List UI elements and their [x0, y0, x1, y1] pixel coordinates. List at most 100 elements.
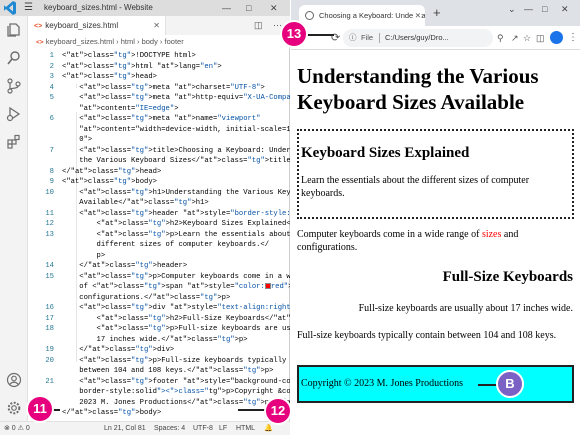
browser-toolbar: ⟳ ⓘ File C:/Users/guy/Dro... ⚲ ↗ ☆ ◫ ⋮	[291, 26, 580, 50]
code-line[interactable]: <"at">class="tg">meta "at">http-equiv="X…	[62, 94, 290, 102]
extensions-icon[interactable]	[6, 134, 22, 150]
reload-icon[interactable]: ⟳	[331, 30, 340, 46]
minimize-icon[interactable]: —	[222, 0, 231, 16]
code-line[interactable]: <"at">class="tg">head>	[62, 73, 288, 81]
code-line[interactable]: <"at">class="tg">meta "at">charset="UTF-…	[62, 84, 288, 92]
code-line[interactable]: 2023 M. Jones Productions</"at">class="t…	[62, 399, 290, 407]
code-line[interactable]: <"at">class="tg">p>Learn the essentials …	[62, 231, 291, 239]
search-icon[interactable]	[6, 50, 22, 66]
activity-bar	[0, 16, 28, 421]
browser-tab-title: Choosing a Keyboard: Understa	[319, 11, 425, 20]
callout-12: 12	[264, 397, 292, 425]
code-line[interactable]: <"at">class="tg">h2>Keyboard Sizes Expla…	[62, 220, 291, 228]
page-favicon-icon	[305, 11, 314, 20]
code-line[interactable]: <"at">class="tg">p>Computer keyboards co…	[62, 273, 290, 281]
zoom-icon[interactable]: ⚲	[497, 30, 504, 46]
tab-keyboard-sizes[interactable]: <> keyboard_sizes.html ✕	[28, 16, 166, 35]
code-line[interactable]: p>	[62, 252, 288, 260]
line-number: 8	[49, 167, 54, 176]
breadcrumb-html[interactable]: html	[121, 37, 135, 46]
chevron-down-icon[interactable]: ⌄	[508, 4, 516, 15]
status-bar: ⊗ 0 ⚠ 0 Ln 21, Col 81 Spaces: 4 UTF-8 LF…	[0, 421, 290, 435]
code-line[interactable]: <"at">class="tg">p>Full-size keyboards a…	[62, 325, 291, 333]
run-debug-icon[interactable]	[6, 106, 22, 122]
code-line[interactable]: </"at">class="tg">head>	[62, 168, 288, 176]
status-encoding[interactable]: UTF-8	[193, 422, 213, 435]
account-icon[interactable]	[6, 372, 22, 388]
line-number: 15	[45, 272, 54, 281]
status-language[interactable]: HTML	[236, 422, 255, 435]
line-number: 5	[49, 94, 54, 102]
breadcrumb-body[interactable]: body	[142, 37, 158, 46]
address-scheme-label: File	[361, 33, 374, 42]
code-line[interactable]: Available</"at">class="tg">h1>	[62, 199, 288, 207]
code-line[interactable]: of <"at">class="tg">span "at">style="col…	[62, 283, 290, 291]
callout-13: 13	[280, 20, 308, 48]
code-line[interactable]: <"at">class="tg">h2>Full-Size Keyboards<…	[62, 315, 291, 323]
address-url[interactable]: C:/Users/guy/Dro...	[385, 29, 449, 47]
code-line[interactable]: border-style:solid"><">class="tg">p>Copy…	[62, 388, 290, 396]
status-indentation[interactable]: Spaces: 4	[154, 422, 185, 435]
new-tab-plus-icon[interactable]: +	[433, 5, 441, 21]
bookmark-star-icon[interactable]: ☆	[523, 30, 531, 46]
page-heading: Understanding the Various Keyboard Sizes…	[297, 64, 539, 114]
code-line[interactable]: <"at">class="tg">h1>Understanding the Va…	[62, 189, 290, 197]
line-number: 1	[49, 52, 54, 60]
minimize-icon[interactable]: —	[524, 4, 533, 14]
line-number: 19	[45, 346, 54, 354]
code-line[interactable]: <"at">class="tg">div "at">style="text-al…	[62, 304, 290, 312]
code-line[interactable]: <"at">class="tg">meta "at">name="viewpor…	[62, 115, 288, 123]
maximize-icon[interactable]: □	[542, 4, 547, 14]
code-line[interactable]: <"at">class="tg">!DOCTYPE html>	[62, 52, 288, 60]
code-line[interactable]: 17 inches wide.</"at">class="tg">p>	[62, 336, 288, 344]
callout-11: 11	[26, 395, 54, 423]
code-line[interactable]: </"at">class="tg">div>	[62, 346, 288, 354]
code-line[interactable]: different sizes of computer keyboards.</	[62, 241, 288, 249]
dotted-header: Keyboard Sizes Explained Learn the essen…	[297, 129, 574, 219]
status-cursor-position[interactable]: Ln 21, Col 81	[104, 422, 146, 435]
address-separator	[379, 33, 380, 43]
side-panel-icon[interactable]: ◫	[536, 30, 545, 46]
browser-tab[interactable]: Choosing a Keyboard: Understa ✕	[299, 5, 425, 26]
profile-avatar[interactable]	[550, 31, 563, 44]
editor-tab-bar: <> keyboard_sizes.html ✕ ◫ ⋯	[28, 16, 290, 35]
vscode-title-bar: ☰ keyboard_sizes.html - Website -... — □…	[0, 0, 290, 16]
code-line[interactable]: configurations.</"at">class="tg">p>	[62, 294, 288, 302]
share-icon[interactable]: ↗	[511, 30, 519, 46]
close-icon[interactable]: ✕	[561, 4, 569, 15]
gear-icon[interactable]	[6, 400, 22, 416]
tab-close-icon[interactable]: ✕	[153, 16, 160, 35]
code-line[interactable]: "at">content="width=device-width, initia…	[62, 126, 290, 134]
code-line[interactable]: <"at">class="tg">body>	[62, 178, 288, 186]
more-menu-icon[interactable]: ⋮	[568, 30, 578, 46]
maximize-icon[interactable]: □	[246, 0, 251, 16]
code-line[interactable]: between 104 and 108 keys.</"at">class="t…	[62, 367, 288, 375]
browser-window: Choosing a Keyboard: Understa ✕ + ⌄ — □ …	[291, 0, 580, 435]
code-line[interactable]: </"at">class="tg">header>	[62, 262, 288, 270]
line-number: 9	[49, 178, 54, 186]
breadcrumb-footer[interactable]: footer	[165, 37, 184, 46]
code-line[interactable]: <"at">class="tg">html "at">lang="en">	[62, 63, 288, 71]
code-line[interactable]: 0">	[62, 136, 288, 144]
code-line[interactable]: <"at">class="tg">footer "at">style="back…	[62, 378, 290, 386]
code-line[interactable]: the Various Keyboard Sizes</"at">class="…	[62, 157, 290, 165]
code-line[interactable]: <"at">class="tg">p>Full-size keyboards t…	[62, 357, 288, 365]
address-bar[interactable]: ⓘ File C:/Users/guy/Dro...	[343, 29, 493, 47]
code-line[interactable]: <"at">class="tg">header "at">style="bord…	[62, 210, 290, 218]
browser-tab-close-icon[interactable]: ✕	[412, 5, 421, 26]
line-number: 14	[45, 262, 54, 270]
hamburger-menu-icon[interactable]: ☰	[24, 1, 33, 15]
header-paragraph: Learn the essentials about the different…	[301, 175, 530, 199]
code-editor[interactable]: 1 <"at">class="tg">!DOCTYPE html> 2 <"at">c…	[28, 50, 290, 422]
right-aligned-section: Full-Size Keyboards Full-size keyboards …	[297, 269, 573, 315]
code-line[interactable]: <"at">class="tg">title>Choosing a Keyboa…	[62, 147, 290, 155]
close-icon[interactable]: ✕	[270, 0, 278, 16]
source-control-icon[interactable]	[6, 78, 22, 94]
aqua-footer: Copyright © 2023 M. Jones Productions	[297, 365, 574, 403]
files-icon[interactable]	[6, 22, 22, 38]
notifications-bell-icon[interactable]: 🔔	[264, 422, 273, 435]
status-eol[interactable]: LF	[219, 422, 227, 435]
code-line[interactable]: "at">content="IE=edge">	[62, 105, 288, 113]
status-problems[interactable]: ⊗ 0 ⚠ 0	[4, 422, 30, 435]
breadcrumb-file[interactable]: keyboard_sizes.html	[46, 37, 114, 46]
